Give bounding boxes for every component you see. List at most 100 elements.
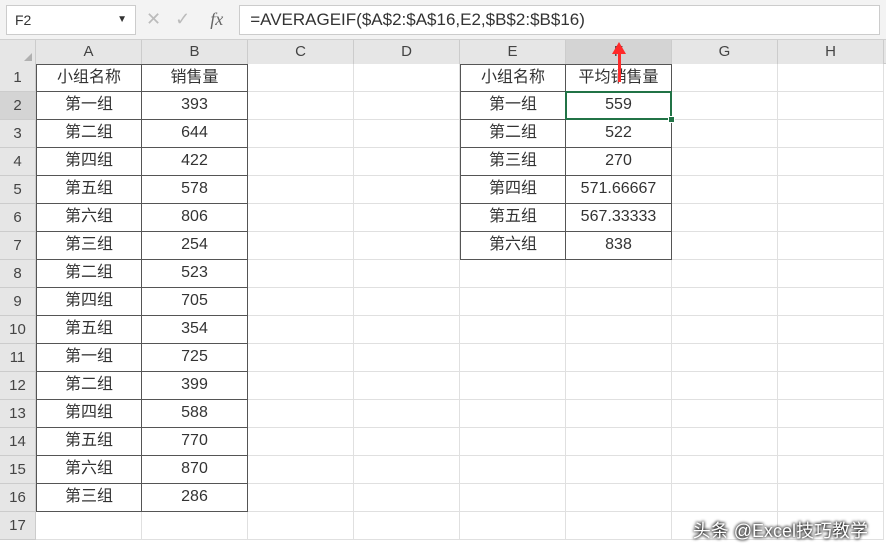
cell-B4[interactable]: 422 — [142, 148, 248, 176]
cell-E14[interactable] — [460, 428, 566, 456]
cell-E15[interactable] — [460, 456, 566, 484]
cell-F11[interactable] — [566, 344, 672, 372]
cell-B9[interactable]: 705 — [142, 288, 248, 316]
cell-F1[interactable]: 平均销售量 — [566, 64, 672, 92]
cell-A6[interactable]: 第六组 — [36, 204, 142, 232]
dropdown-icon[interactable]: ▼ — [117, 14, 127, 25]
cell-D9[interactable] — [354, 288, 460, 316]
cell-C12[interactable] — [248, 372, 354, 400]
name-box[interactable]: F2 ▼ — [6, 5, 136, 35]
cell-B15[interactable]: 870 — [142, 456, 248, 484]
cell-E17[interactable] — [460, 512, 566, 540]
cell-D6[interactable] — [354, 204, 460, 232]
cell-C4[interactable] — [248, 148, 354, 176]
cell-F4[interactable]: 270 — [566, 148, 672, 176]
cell-H1[interactable] — [778, 64, 884, 92]
row-header-16[interactable]: 16 — [0, 484, 36, 512]
cell-C5[interactable] — [248, 176, 354, 204]
cell-F9[interactable] — [566, 288, 672, 316]
cell-E13[interactable] — [460, 400, 566, 428]
cells-area[interactable]: 小组名称销售量小组名称平均销售量第一组393第一组559第二组644第二组522… — [36, 64, 884, 540]
cell-F15[interactable] — [566, 456, 672, 484]
row-header-2[interactable]: 2 — [0, 92, 36, 120]
cell-B6[interactable]: 806 — [142, 204, 248, 232]
cell-E12[interactable] — [460, 372, 566, 400]
select-all-corner[interactable] — [0, 40, 36, 64]
cell-D8[interactable] — [354, 260, 460, 288]
cell-C11[interactable] — [248, 344, 354, 372]
row-header-3[interactable]: 3 — [0, 120, 36, 148]
cell-B8[interactable]: 523 — [142, 260, 248, 288]
row-header-15[interactable]: 15 — [0, 456, 36, 484]
cell-A10[interactable]: 第五组 — [36, 316, 142, 344]
cell-E10[interactable] — [460, 316, 566, 344]
cell-H16[interactable] — [778, 484, 884, 512]
cell-F13[interactable] — [566, 400, 672, 428]
row-header-10[interactable]: 10 — [0, 316, 36, 344]
column-header-H[interactable]: H — [778, 40, 884, 64]
cell-E1[interactable]: 小组名称 — [460, 64, 566, 92]
cell-G3[interactable] — [672, 120, 778, 148]
cell-B14[interactable]: 770 — [142, 428, 248, 456]
cell-F5[interactable]: 571.66667 — [566, 176, 672, 204]
cell-E5[interactable]: 第四组 — [460, 176, 566, 204]
cell-C3[interactable] — [248, 120, 354, 148]
cell-F7[interactable]: 838 — [566, 232, 672, 260]
cell-H10[interactable] — [778, 316, 884, 344]
cell-C2[interactable] — [248, 92, 354, 120]
cell-F3[interactable]: 522 — [566, 120, 672, 148]
cell-E7[interactable]: 第六组 — [460, 232, 566, 260]
row-header-8[interactable]: 8 — [0, 260, 36, 288]
cell-D7[interactable] — [354, 232, 460, 260]
cell-B12[interactable]: 399 — [142, 372, 248, 400]
cell-H15[interactable] — [778, 456, 884, 484]
cell-H3[interactable] — [778, 120, 884, 148]
cell-D4[interactable] — [354, 148, 460, 176]
cancel-icon[interactable]: ✕ — [146, 9, 161, 30]
row-header-12[interactable]: 12 — [0, 372, 36, 400]
cell-C7[interactable] — [248, 232, 354, 260]
cell-C15[interactable] — [248, 456, 354, 484]
row-header-5[interactable]: 5 — [0, 176, 36, 204]
cell-D14[interactable] — [354, 428, 460, 456]
cell-B11[interactable]: 725 — [142, 344, 248, 372]
cell-F10[interactable] — [566, 316, 672, 344]
cell-H12[interactable] — [778, 372, 884, 400]
cell-B10[interactable]: 354 — [142, 316, 248, 344]
cell-F14[interactable] — [566, 428, 672, 456]
cell-E2[interactable]: 第一组 — [460, 92, 566, 120]
row-header-4[interactable]: 4 — [0, 148, 36, 176]
cell-H7[interactable] — [778, 232, 884, 260]
cell-G10[interactable] — [672, 316, 778, 344]
cell-G2[interactable] — [672, 92, 778, 120]
cell-E4[interactable]: 第三组 — [460, 148, 566, 176]
cell-D10[interactable] — [354, 316, 460, 344]
cell-F8[interactable] — [566, 260, 672, 288]
row-header-13[interactable]: 13 — [0, 400, 36, 428]
cell-G8[interactable] — [672, 260, 778, 288]
cell-G1[interactable] — [672, 64, 778, 92]
formula-input[interactable]: =AVERAGEIF($A$2:$A$16,E2,$B$2:$B$16) — [239, 5, 880, 35]
row-header-1[interactable]: 1 — [0, 64, 36, 92]
cell-C10[interactable] — [248, 316, 354, 344]
cell-D15[interactable] — [354, 456, 460, 484]
cell-H8[interactable] — [778, 260, 884, 288]
cell-A13[interactable]: 第四组 — [36, 400, 142, 428]
cell-A15[interactable]: 第六组 — [36, 456, 142, 484]
fill-handle[interactable] — [668, 116, 675, 123]
cell-A7[interactable]: 第三组 — [36, 232, 142, 260]
cell-A9[interactable]: 第四组 — [36, 288, 142, 316]
cell-D5[interactable] — [354, 176, 460, 204]
cell-G6[interactable] — [672, 204, 778, 232]
cell-F2[interactable]: 559 — [566, 92, 672, 120]
row-header-14[interactable]: 14 — [0, 428, 36, 456]
column-header-A[interactable]: A — [36, 40, 142, 64]
cell-A1[interactable]: 小组名称 — [36, 64, 142, 92]
cell-F12[interactable] — [566, 372, 672, 400]
column-header-E[interactable]: E — [460, 40, 566, 64]
cell-B5[interactable]: 578 — [142, 176, 248, 204]
cell-D12[interactable] — [354, 372, 460, 400]
cell-E6[interactable]: 第五组 — [460, 204, 566, 232]
cell-G14[interactable] — [672, 428, 778, 456]
cell-D13[interactable] — [354, 400, 460, 428]
